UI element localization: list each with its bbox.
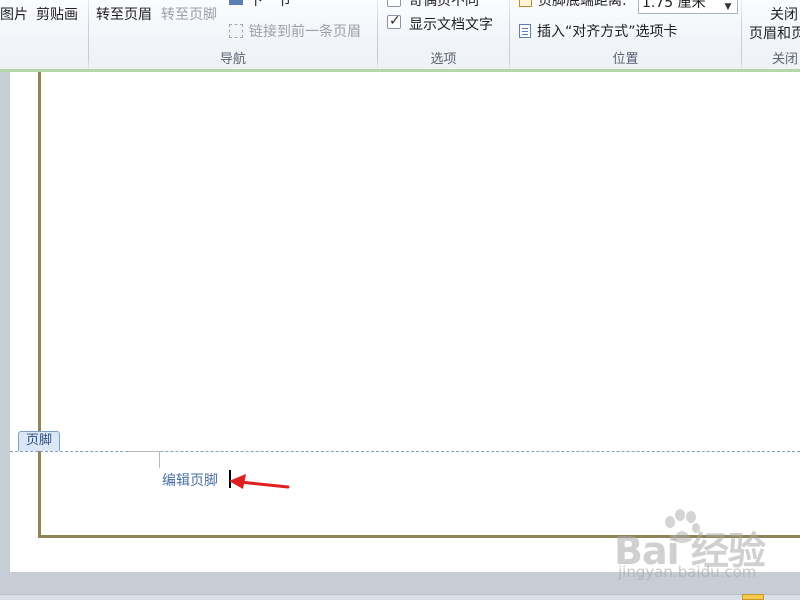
group-close: 关闭 页眉和页 关闭 bbox=[742, 0, 800, 70]
insert-alignment-tab-label: 插入“对齐方式”选项卡 bbox=[537, 24, 678, 40]
navigation-group-label: 导航 bbox=[219, 52, 246, 67]
picture-button[interactable]: 图片 bbox=[0, 4, 28, 24]
status-bar-indicator[interactable] bbox=[742, 594, 764, 600]
odd-even-label: 奇偶页不同 bbox=[409, 0, 479, 9]
page-margin-frame bbox=[38, 72, 800, 538]
close-group-label: 关闭 bbox=[772, 52, 799, 67]
show-doc-text-checkbox[interactable]: ✓ bbox=[387, 13, 401, 29]
next-section-button[interactable]: 下一节 bbox=[229, 0, 291, 10]
checkmark-icon: ✓ bbox=[389, 13, 401, 29]
link-icon bbox=[229, 24, 243, 38]
show-doc-text-label: 显示文档文字 bbox=[409, 17, 493, 33]
next-section-label: 下一节 bbox=[249, 0, 291, 9]
spin-down-icon[interactable]: ▼ bbox=[722, 0, 734, 15]
position-group-label: 位置 bbox=[612, 52, 639, 67]
footer-distance-label: 页脚底端距离: bbox=[519, 0, 627, 10]
goto-header-button[interactable]: 转至页眉 bbox=[96, 4, 152, 24]
insert-alignment-tab-button[interactable]: 插入“对齐方式”选项卡 bbox=[519, 21, 678, 41]
odd-even-checkbox[interactable] bbox=[387, 0, 401, 7]
red-arrow-icon bbox=[229, 474, 290, 489]
footer-edit-field[interactable]: 编辑页脚 bbox=[162, 470, 218, 490]
close-header-footer-button-line1[interactable]: 关闭 bbox=[770, 4, 798, 24]
group-insert: 图片 剪贴画 bbox=[0, 0, 88, 70]
options-group-label: 选项 bbox=[430, 52, 457, 67]
watermark-url: jingyan.baidu.com bbox=[618, 563, 757, 581]
footer-corner-mark bbox=[128, 451, 160, 468]
group-position: 页脚底端距离: 1.75 厘米 ▼ 插入“对齐方式”选项卡 位置 bbox=[510, 0, 741, 70]
link-to-previous-button[interactable]: 链接到前一条页眉 bbox=[229, 21, 361, 41]
alignment-tab-icon bbox=[519, 24, 531, 38]
link-to-previous-label: 链接到前一条页眉 bbox=[249, 24, 361, 40]
group-options: 奇偶页不同 ✓ 显示文档文字 选项 bbox=[378, 0, 509, 70]
close-header-footer-button-line2[interactable]: 页眉和页 bbox=[749, 23, 800, 43]
footer-tab-label: 页脚 bbox=[18, 431, 61, 451]
footer-distance-icon bbox=[519, 0, 532, 7]
group-navigation: 转至页眉 转至页脚 下一节 链接到前一条页眉 导航 bbox=[89, 0, 377, 70]
goto-footer-button[interactable]: 转至页脚 bbox=[161, 4, 217, 24]
clip-art-button[interactable]: 剪贴画 bbox=[36, 4, 78, 24]
ribbon: 图片 剪贴画 转至页眉 转至页脚 下一节 链接到前一条页眉 导航 奇偶页不同 ✓… bbox=[0, 0, 800, 70]
status-bar bbox=[0, 594, 800, 600]
next-section-icon bbox=[229, 0, 243, 5]
